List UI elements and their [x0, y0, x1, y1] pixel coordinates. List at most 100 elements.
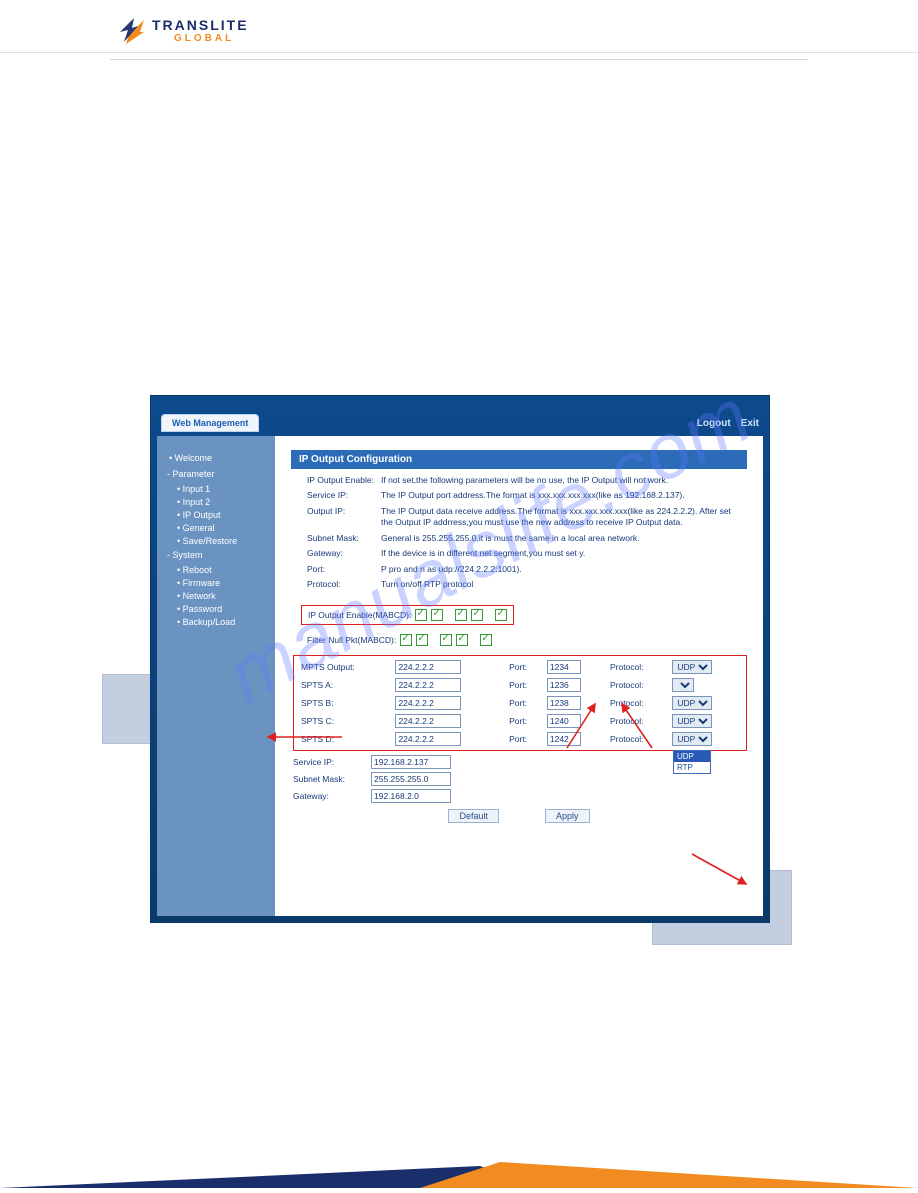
sptsd-proto-select[interactable]: UDP	[672, 732, 712, 746]
sptsa-port-input[interactable]	[547, 678, 581, 692]
app-frame: Web Management Logout Exit Welcome Param…	[150, 395, 770, 923]
default-button[interactable]: Default	[448, 809, 499, 823]
dropdown-option-udp[interactable]: UDP	[674, 751, 710, 762]
filter-check-m[interactable]	[400, 634, 412, 646]
description-block: IP Output Enable:If not set,the followin…	[291, 469, 747, 601]
sptsd-ip-input[interactable]	[395, 732, 461, 746]
sidebar-section-system[interactable]: System	[165, 547, 267, 563]
mpts-proto-select[interactable]: UDP	[672, 660, 712, 674]
page-header: TRANSLITE GLOBAL	[0, 0, 918, 53]
desc-label-4: Gateway:	[307, 548, 381, 559]
sptsd-port-input[interactable]	[547, 732, 581, 746]
sidebar-item-backup-load[interactable]: Backup/Load	[177, 615, 267, 628]
port-label-2: Port:	[506, 694, 544, 712]
app-topbar: Web Management Logout Exit	[157, 414, 763, 436]
sidebar-item-password[interactable]: Password	[177, 602, 267, 615]
subnet-input[interactable]	[371, 772, 451, 786]
desc-text-5: P pro and n as udp://224.2.2.2:1001).	[381, 564, 743, 575]
protocol-dropdown-open[interactable]: UDP RTP	[673, 750, 711, 774]
proto-label-1: Protocol:	[607, 676, 669, 694]
logo-text-line2: GLOBAL	[174, 34, 249, 44]
exit-link[interactable]: Exit	[741, 418, 759, 429]
logo-text-line1: TRANSLITE	[152, 19, 249, 32]
desc-label-0: IP Output Enable:	[307, 475, 381, 486]
proto-label-3: Protocol:	[607, 712, 669, 730]
filter-check-b[interactable]	[440, 634, 452, 646]
row-label-2: SPTS B:	[298, 694, 392, 712]
mpts-port-input[interactable]	[547, 660, 581, 674]
desc-text-1: The IP Output port address.The format is…	[381, 490, 743, 501]
row-spts-a: SPTS A: Port: Protocol:	[298, 676, 742, 694]
desc-text-4: If the device is in different net segmen…	[381, 548, 743, 559]
sidebar-item-general[interactable]: General	[177, 521, 267, 534]
logo: TRANSLITE GLOBAL	[120, 18, 918, 44]
port-label-0: Port:	[506, 658, 544, 676]
sidebar-section-parameter[interactable]: Parameter	[165, 466, 267, 482]
enable-check-c[interactable]	[471, 609, 483, 621]
sptsb-ip-input[interactable]	[395, 696, 461, 710]
filter-label: Filter Null Pkt(MABCD):	[307, 635, 396, 645]
sidebar: Welcome Parameter Input 1 Input 2 IP Out…	[157, 436, 275, 916]
proto-label-4: Protocol:	[607, 730, 669, 748]
sidebar-item-reboot[interactable]: Reboot	[177, 563, 267, 576]
row-label-0: MPTS Output:	[298, 658, 392, 676]
enable-check-m[interactable]	[415, 609, 427, 621]
main-panel: IP Output Configuration IP Output Enable…	[275, 436, 763, 916]
gateway-label: Gateway:	[293, 791, 371, 801]
filter-check-a[interactable]	[416, 634, 428, 646]
desc-text-6: Turn on/off RTP protocol	[381, 579, 743, 590]
desc-label-1: Service IP:	[307, 490, 381, 501]
sidebar-item-input1[interactable]: Input 1	[177, 482, 267, 495]
gateway-input[interactable]	[371, 789, 451, 803]
sptsc-ip-input[interactable]	[395, 714, 461, 728]
web-management-tab[interactable]: Web Management	[161, 414, 259, 432]
row-label-3: SPTS C:	[298, 712, 392, 730]
desc-label-3: Subnet Mask:	[307, 533, 381, 544]
service-ip-input[interactable]	[371, 755, 451, 769]
sidebar-item-save-restore[interactable]: Save/Restore	[177, 534, 267, 547]
sidebar-item-ip-output[interactable]: IP Output	[177, 508, 267, 521]
enable-check-d[interactable]	[495, 609, 507, 621]
port-label-4: Port:	[506, 730, 544, 748]
sidebar-item-network[interactable]: Network	[177, 589, 267, 602]
subnet-label: Subnet Mask:	[293, 774, 371, 784]
ip-output-enable-row: IP Output Enable(MABCD):	[301, 605, 514, 625]
desc-label-5: Port:	[307, 564, 381, 575]
header-rule	[110, 59, 808, 60]
sptsc-port-input[interactable]	[547, 714, 581, 728]
enable-check-b[interactable]	[455, 609, 467, 621]
desc-text-0: If not set,the following parameters will…	[381, 475, 743, 486]
sidebar-item-firmware[interactable]: Firmware	[177, 576, 267, 589]
row-spts-d: SPTS D: Port: Protocol: UDP	[298, 730, 742, 748]
logo-mark-icon	[120, 18, 146, 44]
sidebar-item-input2[interactable]: Input 2	[177, 495, 267, 508]
filter-check-d[interactable]	[480, 634, 492, 646]
sidebar-item-welcome[interactable]: Welcome	[165, 450, 267, 466]
proto-label-2: Protocol:	[607, 694, 669, 712]
row-spts-b: SPTS B: Port: Protocol: UDP	[298, 694, 742, 712]
output-table: MPTS Output: Port: Protocol: UDP SPTS A:…	[293, 655, 747, 751]
sptsa-ip-input[interactable]	[395, 678, 461, 692]
mpts-ip-input[interactable]	[395, 660, 461, 674]
logout-link[interactable]: Logout	[697, 418, 731, 429]
desc-text-3: General is 255.255.255.0,it is must the …	[381, 533, 743, 544]
filter-null-pkt-row: Filter Null Pkt(MABCD):	[301, 631, 498, 649]
sptsb-port-input[interactable]	[547, 696, 581, 710]
dropdown-option-rtp[interactable]: RTP	[674, 762, 710, 773]
port-label-3: Port:	[506, 712, 544, 730]
sptsc-proto-select[interactable]: UDP	[672, 714, 712, 728]
desc-text-2: The IP Output data receive address.The f…	[381, 506, 743, 529]
sptsa-proto-select[interactable]	[672, 678, 694, 692]
service-ip-label: Service IP:	[293, 757, 371, 767]
footer-decoration	[0, 1154, 918, 1188]
apply-button[interactable]: Apply	[545, 809, 590, 823]
panel-title: IP Output Configuration	[291, 450, 747, 469]
desc-label-6: Protocol:	[307, 579, 381, 590]
sptsb-proto-select[interactable]: UDP	[672, 696, 712, 710]
row-spts-c: SPTS C: Port: Protocol: UDP	[298, 712, 742, 730]
port-label-1: Port:	[506, 676, 544, 694]
row-mpts: MPTS Output: Port: Protocol: UDP	[298, 658, 742, 676]
row-label-1: SPTS A:	[298, 676, 392, 694]
enable-check-a[interactable]	[431, 609, 443, 621]
filter-check-c[interactable]	[456, 634, 468, 646]
